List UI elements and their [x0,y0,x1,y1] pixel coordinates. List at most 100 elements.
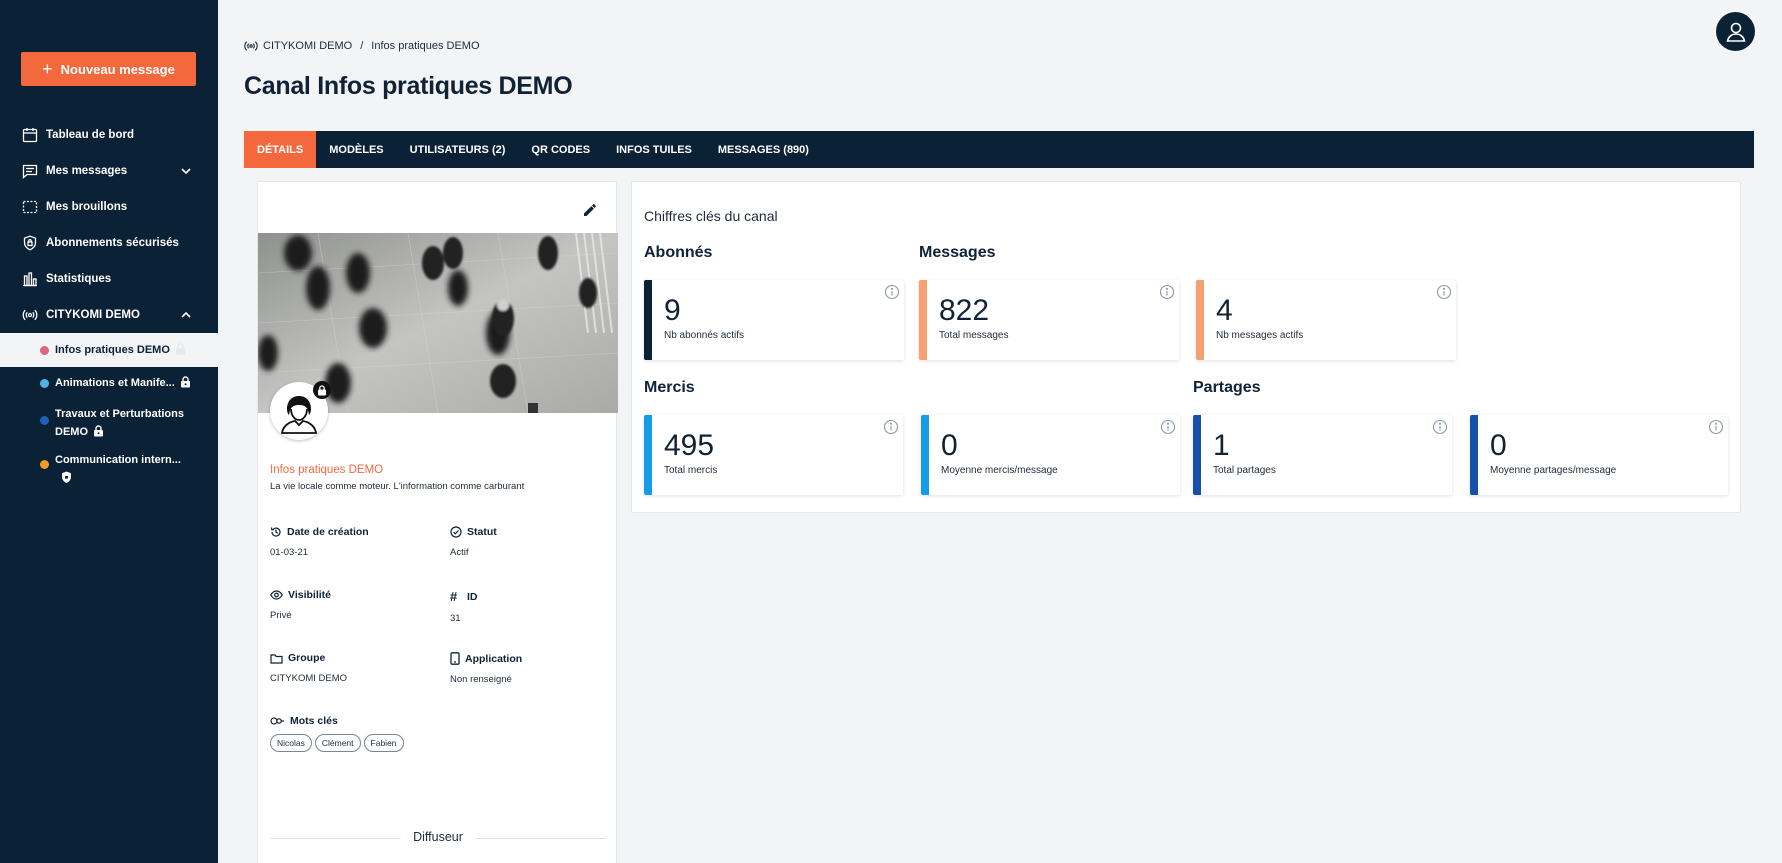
stat-label: Total partages [1213,465,1276,476]
broadcast-icon [21,307,38,324]
sidebar-item-dashboard[interactable]: Tableau de bord [0,117,218,153]
field-application: Application Non renseigné [450,652,620,685]
info-icon[interactable] [1160,419,1176,435]
visibility-value: Privé [270,610,292,621]
stat-value: 822 [939,294,990,327]
shield-icon [21,235,38,252]
key-figures-title: Chiffres clés du canal [644,208,778,224]
stat-value: 1 [1213,429,1230,462]
sidebar: + Nouveau message Tableau de bord Mes me… [0,0,218,863]
section-partages: Partages [1193,379,1261,396]
sidebar-channel-animations[interactable]: Animations et Manife... [0,367,218,399]
sidebar-channel-travaux[interactable]: Travaux et Perturbations DEMO [0,399,218,447]
info-icon[interactable] [1708,419,1724,435]
breadcrumb-current: Infos pratiques DEMO [371,40,480,52]
stat-label: Total messages [939,330,1009,341]
tab-messages[interactable]: MESSAGES (890) [705,131,822,168]
stat-value: 4 [1216,294,1233,327]
keyword-tags: Nicolas Clément Fabien [270,734,404,752]
user-icon [1726,22,1745,42]
field-creation-date: Date de création 01-03-21 [270,526,440,558]
tab-models[interactable]: MODÈLES [316,131,396,168]
info-icon[interactable] [1436,284,1452,300]
lock-icon [175,343,185,355]
stat-value: 495 [664,429,715,462]
info-icon[interactable] [1432,419,1448,435]
info-icon[interactable] [883,419,899,435]
stat-card-total-messages: 822 Total messages [919,280,1179,360]
tab-bar: DÉTAILS MODÈLES UTILISATEURS (2) QR CODE… [244,131,1754,168]
message-icon [21,163,38,180]
stat-label: Total mercis [664,465,718,476]
sidebar-item-citykomi-demo[interactable]: CITYKOMI DEMO [0,297,218,333]
sidebar-channel-infos-pratiques[interactable]: Infos pratiques DEMO [0,333,218,367]
field-id: # ID 31 [450,589,620,624]
sidebar-item-label: Mes messages [46,165,128,177]
broadcast-icon [244,41,258,51]
stat-value: 0 [1490,429,1507,462]
key-figures-card: Chiffres clés du canal Abonnés Messages … [631,181,1741,513]
keyword-tag[interactable]: Nicolas [270,734,312,752]
check-circle-icon [450,526,462,538]
info-icon[interactable] [1159,284,1175,300]
lock-icon [94,425,103,437]
info-icon[interactable] [884,284,900,300]
lock-icon [180,376,190,388]
sidebar-item-secure-subscriptions[interactable]: Abonnements sécurisés [0,225,218,261]
folder-icon [270,653,283,664]
sidebar-nav: Tableau de bord Mes messages Mes brouill… [0,117,218,491]
tab-qr-codes[interactable]: QR CODES [518,131,603,168]
application-value: Non renseigné [450,674,512,685]
stat-label: Moyenne mercis/message [941,465,1058,476]
new-message-button[interactable]: + Nouveau message [21,52,196,86]
channel-name: Infos pratiques DEMO [270,464,384,476]
sidebar-channel-communication[interactable]: Communication intern... [0,447,218,491]
stats-icon [21,271,38,288]
stat-value: 9 [664,294,681,327]
sidebar-item-label: Abonnements sécurisés [46,237,179,249]
key-icon [270,717,284,725]
calendar-icon [21,127,38,144]
stat-label: Nb messages actifs [1216,330,1304,341]
edit-button[interactable] [578,198,602,222]
keyword-tag[interactable]: Fabien [363,734,404,752]
tab-details[interactable]: DÉTAILS [244,131,317,168]
sidebar-item-messages[interactable]: Mes messages [0,153,218,189]
tab-users[interactable]: UTILISATEURS (2) [397,131,519,168]
sidebar-item-label: Mes brouillons [46,201,128,213]
new-message-label: Nouveau message [60,61,175,77]
hash-icon: # [450,589,458,604]
sidebar-item-label: Statistiques [46,273,112,285]
channel-label: Animations et Manife... [55,374,191,392]
chevron-down-icon[interactable] [180,165,192,177]
user-avatar-button[interactable] [1716,12,1755,51]
keyword-tag[interactable]: Clément [314,734,361,752]
stat-card-total-shares: 1 Total partages [1193,415,1452,495]
history-icon [270,527,281,537]
stat-card-active-messages: 4 Nb messages actifs [1196,280,1456,360]
sidebar-item-statistics[interactable]: Statistiques [0,261,218,297]
stat-value: 0 [941,429,958,462]
chevron-up-icon[interactable] [180,309,192,321]
breadcrumb-root-link[interactable]: CITYKOMI DEMO [263,40,352,52]
stat-card-average-shares: 0 Moyenne partages/message [1470,415,1728,495]
channel-label: Communication intern... [55,451,181,490]
section-messages: Messages [919,244,996,261]
section-mercis: Mercis [644,379,695,396]
field-status: Statut Actif [450,526,620,558]
channel-label: Infos pratiques DEMO [55,341,186,359]
field-visibility: Visibilité Privé [270,589,440,621]
stat-card-average-mercis: 0 Moyenne mercis/message [921,415,1180,495]
channel-color-dot [40,416,49,425]
stat-card-active-subscribers: 9 Nb abonnés actifs [644,280,904,360]
page-title: Canal Infos pratiques DEMO [244,72,573,100]
tab-infos-tuiles[interactable]: INFOS TUILES [603,131,705,168]
group-value: CITYKOMI DEMO [270,673,348,684]
channel-color-dot [40,378,49,388]
sidebar-item-drafts[interactable]: Mes brouillons [0,189,218,225]
channel-details-card: Infos pratiques DEMO La vie locale comme… [257,181,620,863]
lock-icon [313,381,331,399]
stat-card-total-mercis: 495 Total mercis [644,415,903,495]
eye-icon [270,590,283,600]
breadcrumb: CITYKOMI DEMO / Infos pratiques DEMO [244,40,480,52]
